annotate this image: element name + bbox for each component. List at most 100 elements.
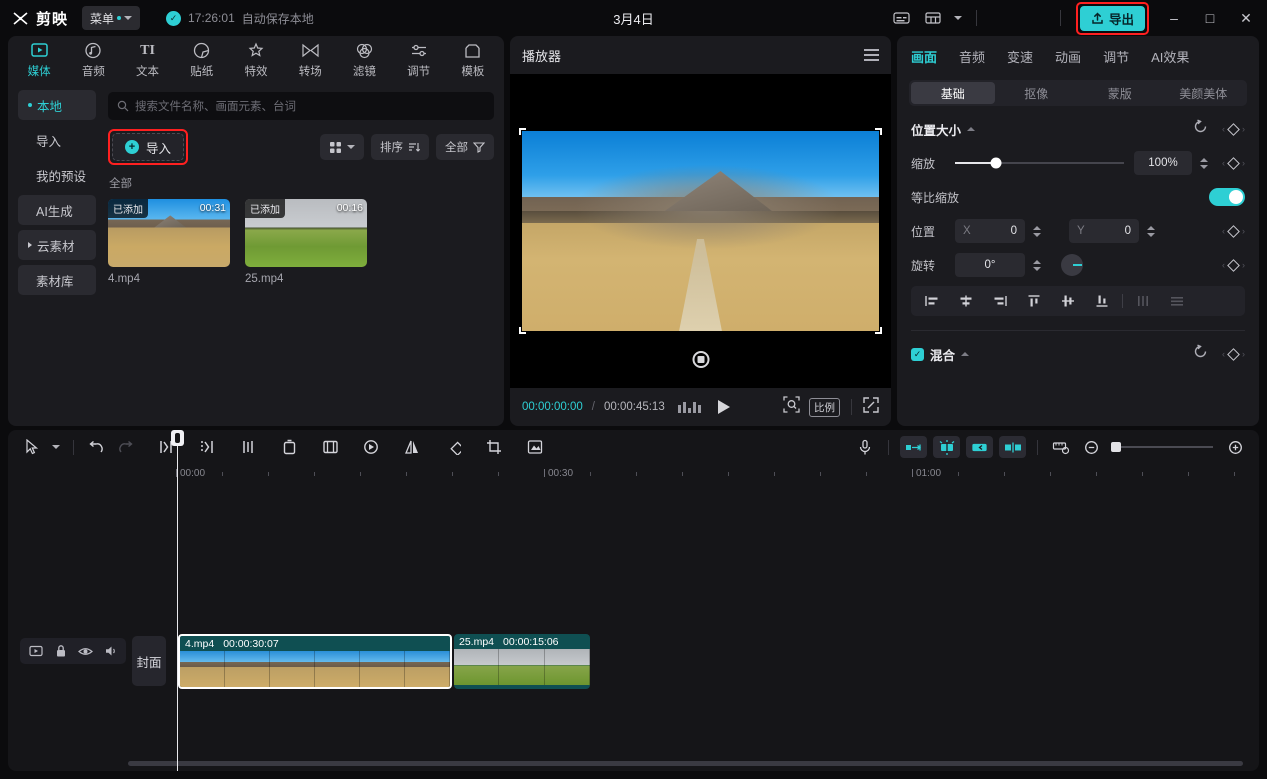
rotation-keyframe-button[interactable]: ‹ › — [1222, 260, 1245, 270]
search-input[interactable]: 搜索文件名称、画面元素、台词 — [108, 92, 494, 120]
snap-magnet-icon[interactable] — [933, 436, 960, 458]
subtab-beauty[interactable]: 美颜美体 — [1162, 82, 1246, 104]
sort-button[interactable]: 排序 — [371, 134, 429, 160]
mirror-icon[interactable] — [398, 434, 426, 460]
align-left-icon[interactable] — [915, 288, 949, 314]
sidebar-item-presets[interactable]: 我的预设 — [18, 160, 96, 190]
scale-keyframe-button[interactable]: ‹ › — [1222, 158, 1245, 168]
timeline-ruler[interactable]: 00:00 00:30 01:00 01:30 — [168, 464, 1259, 488]
media-item[interactable]: 已添加 00:16 25.mp4 — [245, 199, 367, 285]
layout-icon[interactable] — [919, 4, 949, 32]
scale-slider-knob[interactable] — [990, 158, 1001, 169]
position-y-input[interactable]: Y 0 — [1069, 219, 1139, 243]
playhead[interactable] — [177, 430, 178, 771]
horizontal-scrollbar[interactable] — [128, 761, 1243, 766]
maximize-button[interactable]: □ — [1193, 3, 1227, 33]
position-x-input[interactable]: X 0 — [955, 219, 1025, 243]
tab-adjust[interactable]: 调节 — [1103, 47, 1129, 66]
tab-picture[interactable]: 画面 — [911, 47, 937, 66]
close-button[interactable]: ✕ — [1229, 3, 1263, 33]
microphone-icon[interactable] — [851, 434, 879, 460]
scale-value-input[interactable]: 100% — [1134, 151, 1192, 175]
reset-icon[interactable] — [1193, 119, 1208, 139]
tab-adjust[interactable]: 调节 — [392, 37, 446, 83]
tab-filter[interactable]: 滤镜 — [337, 37, 391, 83]
tab-media[interactable]: 媒体 — [12, 37, 66, 83]
section-header-blend[interactable]: ✓ 混合 ‹ › — [911, 337, 1245, 371]
grid-view-button[interactable] — [320, 134, 364, 160]
align-right-icon[interactable] — [983, 288, 1017, 314]
tab-text[interactable]: TI 文本 — [120, 37, 174, 83]
subtab-basic[interactable]: 基础 — [911, 82, 995, 104]
trim-right-icon[interactable] — [234, 434, 262, 460]
sidebar-item-local[interactable]: 本地 — [18, 90, 96, 120]
player-stage[interactable] — [510, 74, 891, 388]
frames-icon[interactable] — [678, 402, 701, 413]
sidebar-item-library[interactable]: 素材库 — [18, 265, 96, 295]
media-thumbnail[interactable]: 已添加 00:16 — [245, 199, 367, 267]
delete-icon[interactable] — [275, 434, 303, 460]
blend-checkbox[interactable]: ✓ — [911, 348, 924, 361]
snap-end-icon[interactable] — [966, 436, 993, 458]
subtitle-icon[interactable] — [887, 4, 917, 32]
align-top-icon[interactable] — [1017, 288, 1051, 314]
subtab-mask[interactable]: 蒙版 — [1078, 82, 1162, 104]
zoom-out-icon[interactable] — [1077, 434, 1105, 460]
align-bottom-icon[interactable] — [1085, 288, 1119, 314]
subtab-chroma-key[interactable]: 抠像 — [995, 82, 1079, 104]
keyframe-button[interactable]: ‹ › — [1222, 124, 1245, 134]
media-thumbnail[interactable]: 已添加 00:31 — [108, 199, 230, 267]
export-button[interactable]: 导出 — [1080, 6, 1145, 31]
media-item[interactable]: 已添加 00:31 4.mp4 — [108, 199, 230, 285]
zoom-slider-knob[interactable] — [1111, 442, 1121, 452]
tab-audio[interactable]: 音频 — [959, 47, 985, 66]
lock-icon[interactable] — [49, 640, 72, 662]
zoom-slider[interactable] — [1113, 446, 1213, 448]
playhead-handle[interactable] — [171, 430, 184, 446]
smart-cutout-icon[interactable] — [521, 434, 549, 460]
trim-left-icon[interactable] — [193, 434, 221, 460]
zoom-in-icon[interactable] — [1221, 434, 1249, 460]
timeline-tracks[interactable]: 封面 4.mp4 00:00:30:07 25.mp4 00:00:15:06 — [8, 488, 1259, 771]
tab-template[interactable]: 模板 — [446, 37, 500, 83]
eye-icon[interactable] — [74, 640, 97, 662]
speaker-icon[interactable] — [99, 640, 122, 662]
menu-button[interactable]: 菜单 — [82, 6, 140, 30]
ratio-button[interactable]: 比例 — [809, 398, 840, 417]
reset-icon[interactable] — [1193, 344, 1208, 364]
rotate-icon[interactable] — [439, 434, 467, 460]
tab-effects[interactable]: 特效 — [229, 37, 283, 83]
tab-ai-effects[interactable]: AI效果 — [1151, 47, 1189, 66]
rotation-stepper[interactable] — [1029, 253, 1045, 277]
uniform-scale-toggle[interactable] — [1209, 188, 1245, 206]
select-tool-icon[interactable] — [18, 434, 46, 460]
filter-button[interactable]: 全部 — [436, 134, 494, 160]
crop-icon[interactable] — [480, 434, 508, 460]
align-center-v-icon[interactable] — [1051, 288, 1085, 314]
sidebar-item-cloud[interactable]: 云素材 — [18, 230, 96, 260]
align-center-h-icon[interactable] — [949, 288, 983, 314]
distribute-v-icon[interactable] — [1160, 288, 1194, 314]
rotation-dial[interactable] — [1061, 254, 1083, 276]
snap-split-icon[interactable] — [999, 436, 1026, 458]
play-icon[interactable] — [718, 400, 730, 414]
video-preview[interactable] — [522, 131, 879, 331]
blend-keyframe-button[interactable]: ‹ › — [1222, 349, 1245, 359]
track-ruler-icon[interactable] — [1047, 434, 1075, 460]
section-header-position-size[interactable]: 位置大小 ‹ › — [911, 112, 1245, 146]
scale-stepper[interactable] — [1196, 151, 1212, 175]
tab-animation[interactable]: 动画 — [1055, 47, 1081, 66]
timeline-clip[interactable]: 25.mp4 00:00:15:06 — [454, 634, 590, 689]
layout-dropdown-icon[interactable] — [951, 4, 965, 32]
timeline-clip[interactable]: 4.mp4 00:00:30:07 — [178, 634, 452, 689]
distribute-h-icon[interactable] — [1126, 288, 1160, 314]
freeze-frame-icon[interactable] — [316, 434, 344, 460]
rotation-input[interactable]: 0° — [955, 253, 1025, 277]
tab-audio[interactable]: 音频 — [66, 37, 120, 83]
scale-slider[interactable] — [955, 162, 1124, 164]
position-y-stepper[interactable] — [1143, 219, 1159, 243]
position-keyframe-button[interactable]: ‹ › — [1222, 226, 1245, 236]
undo-icon[interactable] — [82, 434, 110, 460]
reverse-icon[interactable] — [357, 434, 385, 460]
cover-button[interactable]: 封面 — [132, 636, 166, 686]
